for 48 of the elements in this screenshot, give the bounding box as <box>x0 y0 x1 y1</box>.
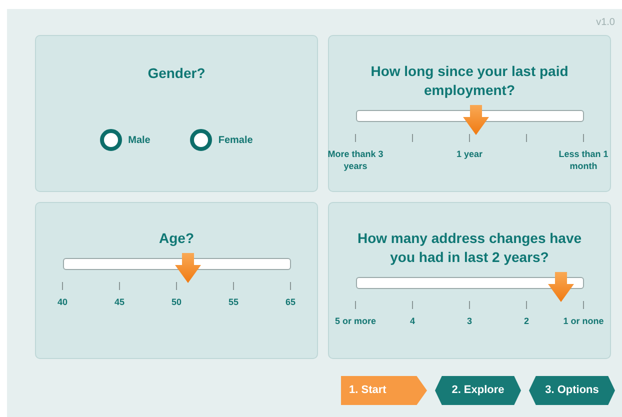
tick-mark <box>583 134 584 142</box>
tick-label: 4 <box>410 315 415 327</box>
tick-mark <box>176 282 177 290</box>
question-title: How many address changes have you had in last 2 years? <box>356 229 583 267</box>
step-tab[interactable]: 1. Start <box>341 376 427 405</box>
option-label: Female <box>218 134 253 148</box>
tick-mark <box>412 134 413 142</box>
tick-mark <box>62 282 63 290</box>
tick-label: 55 <box>228 296 238 308</box>
tick-label: 2 <box>524 315 529 327</box>
slider-thumb[interactable] <box>174 253 201 283</box>
radio-button[interactable] <box>100 129 122 151</box>
tick-mark <box>412 301 413 309</box>
tick-mark <box>290 282 291 290</box>
question-title: How long since your last paid employment? <box>370 62 570 100</box>
tick-label: 65 <box>285 296 296 308</box>
tick-label: More thank 3 years <box>326 148 384 172</box>
radio-option[interactable]: Male <box>100 129 150 151</box>
tick-label: 5 or more <box>334 315 376 327</box>
tick-mark <box>469 134 470 142</box>
question-title: Gender? <box>148 64 206 83</box>
tick-mark <box>119 282 120 290</box>
tick-label: 40 <box>57 296 68 308</box>
tick-label: 50 <box>171 296 182 308</box>
radio-option[interactable]: Female <box>190 129 253 151</box>
radio-button[interactable] <box>190 129 212 151</box>
tick-label: 1 or none <box>563 315 604 327</box>
slider[interactable] <box>62 253 290 283</box>
tick-mark <box>583 301 584 309</box>
slider-thumb[interactable] <box>463 105 490 135</box>
tick-mark <box>233 282 234 290</box>
tick-mark <box>526 301 527 309</box>
tick-mark <box>526 134 527 142</box>
version-label: v1.0 <box>596 16 615 30</box>
slider-thumb[interactable] <box>548 272 574 302</box>
tick-mark <box>469 301 470 309</box>
tick-label: 1 year <box>455 148 484 160</box>
tick-label: 3 <box>466 315 472 327</box>
step-tab[interactable]: 2. Explore <box>435 376 521 405</box>
step-tab[interactable]: 3. Options <box>529 376 615 405</box>
question-title: Age? <box>159 229 194 248</box>
option-label: Male <box>128 134 150 148</box>
tick-mark <box>355 134 356 142</box>
slider[interactable] <box>356 105 584 135</box>
tick-label: 45 <box>114 296 124 308</box>
slider[interactable] <box>356 272 584 302</box>
tick-label: Less than 1 month <box>558 148 610 172</box>
tick-mark <box>355 301 356 309</box>
